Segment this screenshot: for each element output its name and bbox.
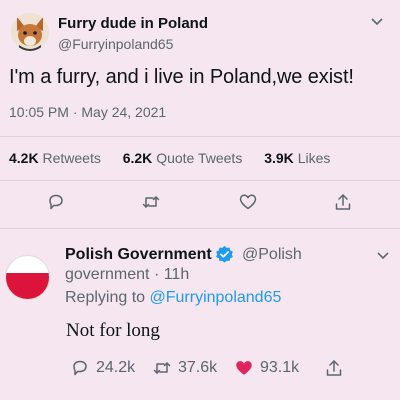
reply-author-name[interactable]: Polish Government [65,246,212,264]
verified-badge-icon [215,245,234,264]
divider [0,228,400,229]
reply-icon[interactable] [46,192,66,212]
tweet-stats: 4.2K Retweets 6.2K Quote Tweets 3.9K Lik… [9,150,348,166]
divider [0,180,400,181]
replying-to-mention[interactable]: @Furryinpoland65 [150,289,282,306]
likes-label: Likes [297,150,331,166]
fox-avatar-image [11,13,49,51]
author-handle[interactable]: @Furryinpoland65 [58,36,173,52]
reply-handle-and-time: government · 11h [65,266,190,283]
like-icon[interactable] [238,192,258,212]
reply-share-action[interactable] [324,357,344,379]
tweet-timestamp[interactable]: 10:05 PM · May 24, 2021 [9,104,166,120]
author-name[interactable]: Furry dude in Poland [58,15,208,32]
reply-replies-action[interactable]: 24.2k [70,357,135,379]
quotes-label: Quote Tweets [156,150,243,166]
retweets-count: 4.2K [9,150,39,166]
replying-to: Replying to @Furryinpoland65 [65,289,281,307]
replying-to-label: Replying to [65,289,150,306]
share-icon [326,360,342,376]
quotes-count: 6.2K [122,150,153,166]
poland-flag-avatar [6,256,49,299]
quote-tweets-stat[interactable]: 6.2K Quote Tweets [123,150,243,166]
reply-author-avatar[interactable] [5,255,50,300]
reply-text: Not for long [66,320,160,341]
retweet-icon[interactable] [141,192,161,212]
retweets-label: Retweets [42,150,101,166]
reply-retweets-action[interactable]: 37.6k [152,357,217,379]
reply-replies-count: 24.2k [96,359,136,376]
divider [0,136,400,137]
author-avatar[interactable] [11,13,49,51]
heart-filled-icon [236,361,252,375]
retweets-stat[interactable]: 4.2K Retweets [9,150,101,166]
likes-stat[interactable]: 3.9K Likes [264,150,330,166]
reply-likes-count: 93.1k [260,359,300,376]
reply-retweets-count: 37.6k [178,359,218,376]
share-icon[interactable] [333,192,353,212]
chevron-down-icon[interactable] [376,248,390,262]
tweet-text: I'm a furry, and i live in Poland,we exi… [9,66,354,88]
likes-count: 3.9K [264,150,294,166]
reply-likes-action[interactable]: 93.1k [234,357,299,379]
reply-author-handle[interactable]: @Polish [242,246,302,264]
chevron-down-icon[interactable] [370,14,384,28]
reply-icon [73,360,87,376]
retweet-icon [153,362,171,374]
